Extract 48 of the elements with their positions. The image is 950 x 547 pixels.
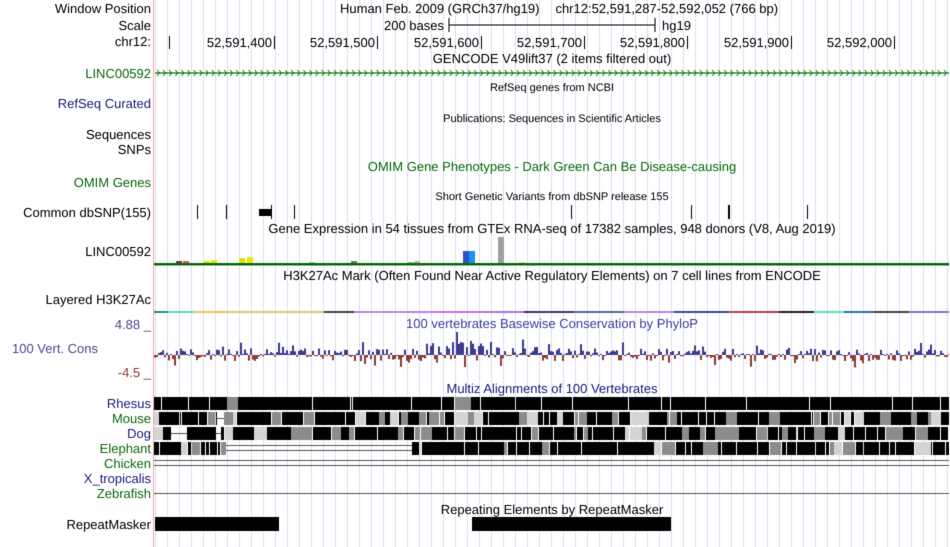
track-title[interactable]: Repeating Elements by RepeatMasker (440, 502, 664, 516)
track-label[interactable]: 100 Vert. Cons (0, 342, 151, 355)
ruler-tick-label: 52,591,400 (206, 36, 272, 49)
track-title[interactable]: RefSeq genes from NCBI (490, 82, 614, 94)
track-title[interactable]: Multiz Alignments of 100 Vertebrates (446, 382, 658, 395)
track-title[interactable]: OMIM Gene Phenotypes - Dark Green Can Be Disease-causing (368, 160, 736, 172)
alignment-drawing[interactable] (154, 411, 949, 426)
assembly-title: Human Feb. 2009 (GRCh37/hg19) (340, 2, 540, 15)
row-label: Scale (118, 18, 151, 32)
assembly-label: hg19 (661, 18, 691, 32)
track-label[interactable]: RefSeq Curated (58, 97, 151, 110)
alignment-drawing[interactable] (154, 396, 949, 411)
species-label[interactable]: Chicken (104, 457, 151, 470)
alignment-drawing[interactable] (154, 426, 949, 441)
species-label[interactable]: Dog (127, 427, 151, 440)
ruler-tick-label: 52,592,000 (826, 36, 892, 49)
track-title[interactable]: Short Genetic Variants from dbSNP release 155 (435, 192, 669, 203)
track-title[interactable]: 100 vertebrates Basewise Conservation by PhyloP (406, 316, 698, 330)
species-label[interactable]: X_tropicalis (84, 472, 151, 485)
track-title[interactable]: Gene Expression in 54 tissues from GTEx RNA-seq of 17382 samples, 948 donors (V8, Aug 2019) (268, 222, 836, 235)
position-text: chr12:52,591,287-52,592,052 (766 bp) (555, 2, 778, 15)
row-label: chr12: (114, 35, 151, 48)
species-label[interactable]: Mouse (112, 412, 151, 425)
ruler-tick-label: 52,591,900 (722, 36, 789, 49)
axis-max-label: 4.88 _ (114, 318, 151, 331)
track-label[interactable]: LINC00592 (85, 245, 151, 258)
expression-bars-drawing[interactable] (154, 237, 949, 266)
track-title[interactable]: GENCODE V49lift37 (2 items filtered out) (432, 52, 672, 64)
track-label[interactable]: LINC00592 (85, 66, 151, 80)
track-title[interactable]: H3K27Ac Mark (Often Found Near Active Regulatory Elements) on 7 cell lines from ENCODE (283, 269, 821, 282)
species-label[interactable]: Zebrafish (96, 487, 151, 500)
track-label[interactable]: SNPs (118, 142, 151, 156)
track-label[interactable]: OMIM Genes (74, 176, 151, 189)
ruler-tick-label: 52,591,600 (412, 36, 479, 49)
ruler-tick-label: 52,591,700 (516, 36, 582, 49)
alignment-drawing[interactable] (154, 441, 949, 456)
row-label: Window Position (54, 2, 151, 15)
track-label[interactable]: Layered H3K27Ac (45, 293, 151, 306)
track-label[interactable]: RepeatMasker (66, 518, 151, 531)
ruler-tick-label: 52,591,800 (618, 36, 685, 49)
species-label[interactable]: Elephant (100, 442, 151, 455)
axis-min-label: -4.5 _ (116, 366, 151, 379)
scale-label: 200 bases (384, 18, 444, 32)
track-title[interactable]: Publications: Sequences in Scientific Articles (443, 114, 661, 124)
track-label[interactable]: Sequences (86, 128, 151, 140)
ruler-tick-label: 52,591,500 (308, 36, 375, 49)
species-label[interactable]: Rhesus (106, 397, 151, 410)
track-label[interactable]: Common dbSNP(155) (23, 206, 151, 219)
